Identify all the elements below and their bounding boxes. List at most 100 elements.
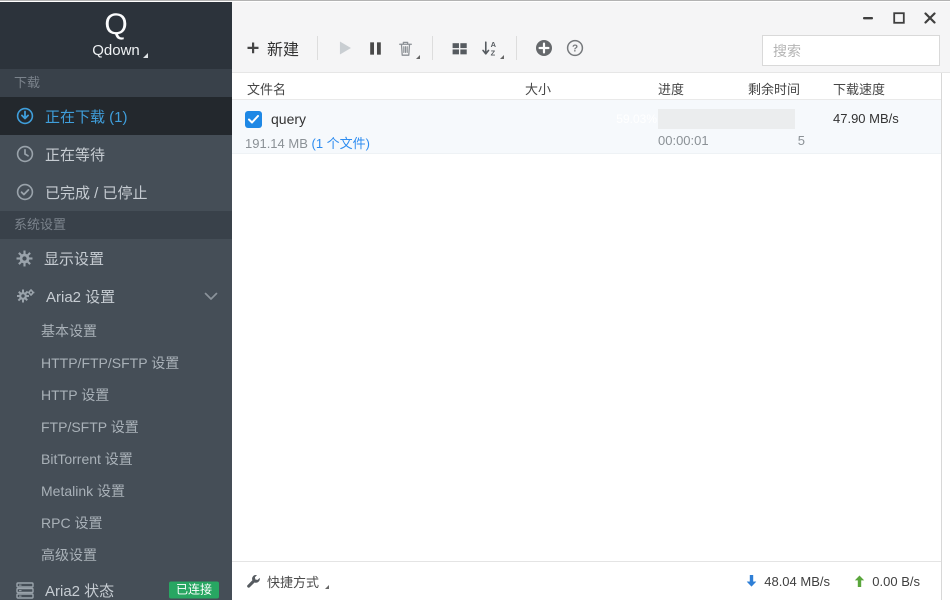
sidebar-item-aria2-settings[interactable]: Aria2 设置 xyxy=(0,277,232,315)
sort-az-icon: AZ xyxy=(481,40,498,57)
sidebar-item-label: Aria2 状态 xyxy=(45,580,114,600)
search-input[interactable] xyxy=(763,43,950,59)
main-area: 新建 AZ ? xyxy=(232,2,950,600)
file-size: 191.14 MB xyxy=(245,136,308,151)
download-speed: 47.90 MB/s xyxy=(833,111,899,126)
sidebar-subitem-http-ftp-sftp-settings[interactable]: HTTP/FTP/SFTP 设置 xyxy=(0,347,232,379)
search-box xyxy=(762,35,940,66)
title-toolbar-area: 新建 AZ ? xyxy=(232,2,950,73)
column-header-remaining[interactable]: 剩余时间 xyxy=(748,79,800,98)
progress-label: 59.03% xyxy=(616,109,657,129)
file-name: query xyxy=(271,111,306,127)
chevron-down-icon[interactable] xyxy=(204,292,218,301)
global-download-speed: 48.04 MB/s xyxy=(745,562,830,600)
close-button[interactable] xyxy=(923,11,937,25)
add-source-button[interactable] xyxy=(535,39,553,57)
content-right-divider xyxy=(941,73,942,600)
toolbar: 新建 AZ ? xyxy=(245,33,584,63)
window-controls xyxy=(861,11,937,25)
download-row[interactable]: query 191.14 MB (1 个文件) 59.03% 00:00:01 … xyxy=(232,100,941,154)
maximize-button[interactable] xyxy=(892,11,906,25)
wrench-icon xyxy=(246,574,261,589)
sidebar-subitem-advanced-settings[interactable]: 高级设置 xyxy=(0,539,232,571)
column-header-name[interactable]: 文件名 xyxy=(247,79,286,98)
view-mode-button[interactable] xyxy=(451,40,468,57)
app-window: Q Qdown 下载 正在下载 (1) 正在等待 已完成 / 已停止 系统设置 … xyxy=(0,0,950,600)
server-icon xyxy=(16,582,34,599)
up-arrow-icon xyxy=(853,574,866,588)
gears-icon xyxy=(16,288,35,305)
play-icon xyxy=(336,39,354,57)
global-upload-speed: 0.00 B/s xyxy=(853,562,920,600)
global-download-speed-value: 48.04 MB/s xyxy=(764,574,830,589)
shortcut-label: 快捷方式 xyxy=(267,572,319,591)
sidebar-item-downloading[interactable]: 正在下载 (1) xyxy=(0,97,232,135)
check-circle-icon xyxy=(16,183,34,201)
close-icon xyxy=(924,12,936,24)
help-button[interactable]: ? xyxy=(566,39,584,57)
sidebar-subitem-bittorrent-settings[interactable]: BitTorrent 设置 xyxy=(0,443,232,475)
dropdown-caret-icon xyxy=(325,585,329,589)
toolbar-separator xyxy=(317,36,318,60)
logo-q-mark: Q xyxy=(0,8,232,42)
sidebar-subitem-metalink-settings[interactable]: Metalink 设置 xyxy=(0,475,232,507)
section-settings-label: 系统设置 xyxy=(0,211,232,239)
delete-button[interactable] xyxy=(397,40,414,57)
column-header-speed[interactable]: 下载速度 xyxy=(833,79,885,98)
sidebar: Q Qdown 下载 正在下载 (1) 正在等待 已完成 / 已停止 系统设置 … xyxy=(0,2,232,600)
sidebar-subitem-ftp-sftp-settings[interactable]: FTP/SFTP 设置 xyxy=(0,411,232,443)
elapsed-time: 00:00:01 xyxy=(658,133,709,148)
svg-text:?: ? xyxy=(572,44,578,55)
sidebar-subitem-basic-settings[interactable]: 基本设置 xyxy=(0,315,232,347)
question-circle-icon: ? xyxy=(566,39,584,57)
file-count-link[interactable]: (1 个文件) xyxy=(312,136,371,151)
toolbar-separator xyxy=(516,36,517,60)
gear-icon xyxy=(16,250,33,267)
status-bar: 快捷方式 48.04 MB/s 0.00 B/s xyxy=(232,561,941,600)
clock-icon xyxy=(16,145,34,163)
sidebar-item-label: 已完成 / 已停止 xyxy=(45,182,148,203)
minimize-icon xyxy=(862,12,874,24)
sidebar-subitem-http-settings[interactable]: HTTP 设置 xyxy=(0,379,232,411)
column-header-size[interactable]: 大小 xyxy=(525,79,551,98)
sort-button[interactable]: AZ xyxy=(481,40,498,57)
svg-text:Z: Z xyxy=(491,48,496,56)
sidebar-item-display-settings[interactable]: 显示设置 xyxy=(0,239,232,277)
new-task-button[interactable]: 新建 xyxy=(245,36,299,60)
dropdown-caret-icon xyxy=(143,53,148,58)
minimize-button[interactable] xyxy=(861,11,875,25)
start-button[interactable] xyxy=(336,39,354,57)
connected-status-badge: 已连接 xyxy=(169,582,219,599)
check-icon xyxy=(248,115,259,124)
dropdown-caret-icon xyxy=(500,55,504,59)
download-circle-icon xyxy=(16,107,34,125)
sidebar-subitem-rpc-settings[interactable]: RPC 设置 xyxy=(0,507,232,539)
table-header: 文件名 大小 进度 剩余时间 下载速度 xyxy=(232,73,941,100)
sidebar-item-label: 正在下载 (1) xyxy=(45,106,128,127)
pause-icon xyxy=(367,40,384,57)
sidebar-item-waiting[interactable]: 正在等待 xyxy=(0,135,232,173)
sidebar-item-finished[interactable]: 已完成 / 已停止 xyxy=(0,173,232,211)
pause-button[interactable] xyxy=(367,40,384,57)
row-checkbox[interactable] xyxy=(245,111,262,128)
plus-icon xyxy=(245,40,261,56)
global-upload-speed-value: 0.00 B/s xyxy=(872,574,920,589)
dropdown-caret-icon xyxy=(416,55,420,59)
shortcut-button[interactable]: 快捷方式 xyxy=(246,562,329,600)
new-task-label: 新建 xyxy=(267,36,299,60)
file-size-line: 191.14 MB (1 个文件) xyxy=(245,133,370,152)
remaining-time: 5 xyxy=(748,133,805,148)
sidebar-item-aria2-status[interactable]: Aria2 状态 已连接 xyxy=(0,571,232,600)
sidebar-item-label: 正在等待 xyxy=(45,144,105,165)
toolbar-separator xyxy=(432,36,433,60)
app-logo[interactable]: Q Qdown xyxy=(0,2,232,69)
sidebar-item-label: 显示设置 xyxy=(44,248,104,269)
down-arrow-icon xyxy=(745,574,758,588)
grid-icon xyxy=(451,40,468,57)
app-title: Qdown xyxy=(92,42,140,59)
progress-bar: 59.03% xyxy=(658,109,795,129)
section-download-label: 下载 xyxy=(0,69,232,97)
column-header-progress[interactable]: 进度 xyxy=(658,79,684,98)
maximize-icon xyxy=(893,12,905,24)
plus-circle-icon xyxy=(535,39,553,57)
